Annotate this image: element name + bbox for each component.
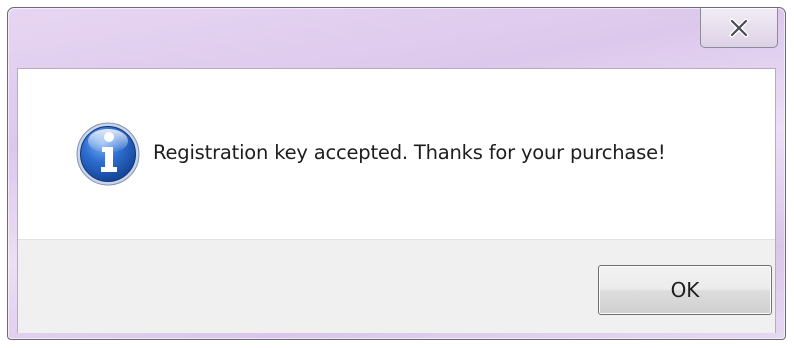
message-dialog: Registration key accepted. Thanks for yo… — [7, 7, 786, 340]
info-icon — [76, 122, 140, 186]
dialog-message: Registration key accepted. Thanks for yo… — [153, 141, 666, 164]
close-icon — [729, 18, 749, 37]
message-area: Registration key accepted. Thanks for yo… — [18, 69, 775, 239]
button-bar: OK — [18, 239, 775, 333]
close-button[interactable] — [700, 8, 778, 48]
ok-button[interactable]: OK — [598, 265, 772, 315]
dialog-client-area: Registration key accepted. Thanks for yo… — [17, 68, 776, 333]
title-bar[interactable] — [8, 8, 785, 68]
